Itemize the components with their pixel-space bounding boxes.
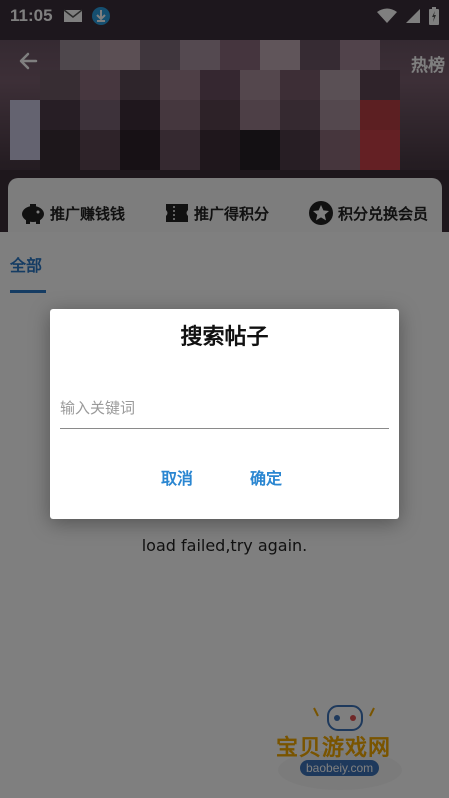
confirm-button[interactable]: 确定 (250, 465, 282, 489)
keyword-input[interactable] (60, 387, 389, 429)
dialog-title: 搜索帖子 (180, 325, 269, 350)
search-dialog: 搜索帖子 取消 确定 (50, 309, 399, 519)
cancel-button[interactable]: 取消 (161, 465, 193, 489)
